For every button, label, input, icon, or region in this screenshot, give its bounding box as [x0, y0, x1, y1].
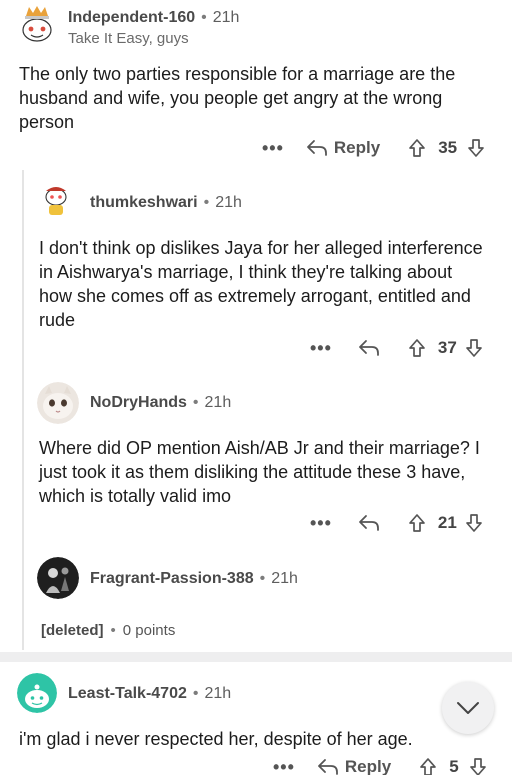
reply-arrow-icon[interactable] [358, 514, 380, 532]
deleted-comment[interactable]: [deleted] • 0 points [41, 622, 175, 639]
thread-line[interactable] [22, 170, 24, 650]
avatar[interactable] [37, 382, 79, 424]
deleted-label: [deleted] [41, 622, 104, 639]
avatar[interactable] [37, 557, 79, 599]
comment-body: The only two parties responsible for a m… [19, 64, 456, 132]
points-count: 0 points [122, 622, 176, 639]
vote-count: 5 [449, 757, 459, 775]
upvote-arrow-icon[interactable] [408, 513, 426, 533]
chevron-down-icon [457, 702, 479, 714]
avatar[interactable] [17, 673, 57, 713]
downvote-arrow-icon[interactable] [465, 513, 483, 533]
downvote-arrow-icon[interactable] [465, 338, 483, 358]
user-flair: Take It Easy, guys [68, 30, 189, 47]
reply-button[interactable]: Reply [317, 757, 391, 775]
comment-actions: ••• Reply 35 [262, 135, 498, 161]
reply-button[interactable]: Reply [306, 138, 380, 158]
downvote-arrow-icon[interactable] [469, 757, 487, 775]
comment-author[interactable]: Fragrant-Passion-388 • 21h [90, 570, 298, 588]
comment-body: i'm glad i never respected her, despite … [19, 729, 413, 749]
comment-actions: ••• 37 [310, 335, 500, 361]
comment-body: Where did OP mention Aish/AB Jr and thei… [39, 438, 480, 506]
reply-label: Reply [344, 757, 392, 775]
comment-author[interactable]: Least-Talk-4702 • 21h [68, 685, 231, 703]
reply-label: Reply [333, 138, 381, 157]
avatar[interactable] [38, 181, 74, 217]
thread-separator [0, 652, 512, 662]
reply-arrow-icon [318, 759, 338, 775]
comment-body: I don't think op dislikes Jaya for her a… [39, 238, 483, 330]
more-options-button[interactable]: ••• [262, 138, 284, 159]
reply-arrow-icon[interactable] [358, 339, 380, 357]
vote-count: 21 [437, 513, 457, 532]
more-options-button[interactable]: ••• [310, 513, 332, 534]
comment-author[interactable]: Independent-160 • 21h [68, 9, 239, 27]
comment-author[interactable]: NoDryHands • 21h [90, 394, 231, 412]
scroll-down-button[interactable] [442, 682, 494, 734]
more-options-button[interactable]: ••• [310, 338, 332, 359]
more-options-button[interactable]: ••• [273, 757, 295, 775]
comment-actions: ••• Reply 5 [273, 754, 498, 775]
upvote-arrow-icon[interactable] [408, 138, 426, 158]
comment-actions: ••• 21 [310, 510, 500, 536]
vote-count: 35 [438, 138, 458, 157]
downvote-arrow-icon[interactable] [467, 138, 485, 158]
vote-count: 37 [437, 338, 457, 357]
upvote-arrow-icon[interactable] [419, 757, 437, 775]
avatar[interactable] [16, 4, 58, 46]
reply-arrow-icon [307, 140, 327, 156]
comment-author[interactable]: thumkeshwari • 21h [90, 194, 242, 212]
upvote-arrow-icon[interactable] [408, 338, 426, 358]
